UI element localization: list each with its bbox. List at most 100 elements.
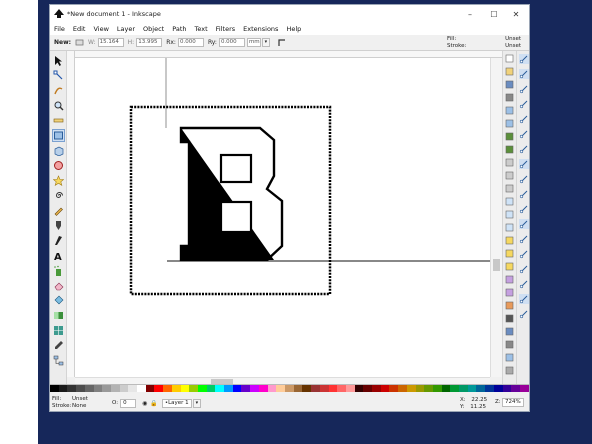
snap-nodes-icon[interactable] <box>519 144 529 154</box>
palette-swatch[interactable] <box>511 385 520 392</box>
pencil-tool-icon[interactable] <box>53 205 64 216</box>
preferences-icon[interactable] <box>505 366 514 375</box>
snap-paths-icon[interactable] <box>519 159 529 169</box>
pen-tool-icon[interactable] <box>53 220 64 231</box>
palette-swatch[interactable] <box>119 385 129 392</box>
snap-rotation-center-icon[interactable] <box>519 249 529 259</box>
text-tool-icon[interactable]: A <box>53 250 64 263</box>
new-rectangle-icon[interactable] <box>75 38 84 47</box>
palette-swatch[interactable] <box>180 385 190 392</box>
import-icon[interactable] <box>505 106 514 115</box>
horizontal-scrollbar[interactable] <box>75 377 490 384</box>
menu-object[interactable]: Object <box>139 25 168 33</box>
save-icon[interactable] <box>505 80 514 89</box>
zoom-drawing-icon[interactable] <box>505 210 514 219</box>
paint-bucket-tool-icon[interactable] <box>53 295 64 306</box>
palette-swatch[interactable] <box>311 385 320 392</box>
snap-bbox-midpoint-icon[interactable] <box>519 114 529 124</box>
gradient-tool-icon[interactable] <box>53 310 64 321</box>
calligraphy-tool-icon[interactable] <box>53 235 64 246</box>
snap-bbox-edge-icon[interactable] <box>519 84 529 94</box>
palette-swatch[interactable] <box>493 385 503 392</box>
palette-swatch[interactable] <box>189 385 198 392</box>
palette-swatch[interactable] <box>319 385 329 392</box>
palette-swatch[interactable] <box>467 385 477 392</box>
rx-field[interactable]: 0.000 <box>177 38 204 47</box>
align-dialog-icon[interactable] <box>505 353 514 362</box>
cut-icon[interactable] <box>505 171 514 180</box>
print-icon[interactable] <box>505 93 514 102</box>
snap-guide-icon[interactable] <box>519 309 529 319</box>
palette-swatch[interactable] <box>389 385 399 392</box>
palette-swatch[interactable] <box>372 385 381 392</box>
connector-tool-icon[interactable] <box>53 355 64 366</box>
horizontal-ruler[interactable] <box>75 51 502 58</box>
undo-icon[interactable] <box>505 132 514 141</box>
palette-swatch[interactable] <box>293 385 303 392</box>
menu-view[interactable]: View <box>89 25 112 33</box>
open-icon[interactable] <box>505 67 514 76</box>
palette-swatch[interactable] <box>197 385 207 392</box>
palette-swatch[interactable] <box>232 385 242 392</box>
status-stroke-value[interactable]: None <box>72 403 110 410</box>
xml-editor-icon[interactable] <box>505 340 514 349</box>
palette-swatch[interactable] <box>258 385 268 392</box>
palette-swatch[interactable] <box>328 385 338 392</box>
remove-rounded-corners-icon[interactable] <box>278 38 287 47</box>
menu-filters[interactable]: Filters <box>212 25 239 33</box>
zoom-tool-icon[interactable] <box>53 100 64 111</box>
measure-tool-icon[interactable] <box>53 115 64 126</box>
redo-icon[interactable] <box>505 145 514 154</box>
palette-swatch[interactable] <box>424 385 433 392</box>
letter-b-shape[interactable] <box>179 126 284 262</box>
clone-icon[interactable] <box>505 249 514 258</box>
snap-object-center-icon[interactable] <box>519 234 529 244</box>
spiral-tool-icon[interactable] <box>53 190 64 201</box>
paste-icon[interactable] <box>505 184 514 193</box>
palette-swatch[interactable] <box>145 385 155 392</box>
palette-swatch[interactable] <box>337 385 346 392</box>
menu-help[interactable]: Help <box>282 25 305 33</box>
menu-layer[interactable]: Layer <box>113 25 139 33</box>
palette-swatch[interactable] <box>398 385 407 392</box>
palette-swatch[interactable] <box>354 385 364 392</box>
palette-swatch[interactable] <box>406 385 416 392</box>
3d-box-tool-icon[interactable] <box>53 145 64 157</box>
tweak-tool-icon[interactable] <box>53 85 64 96</box>
group-icon[interactable] <box>505 275 514 284</box>
palette-swatch[interactable] <box>215 385 225 392</box>
status-fill-value[interactable]: Unset <box>72 396 110 403</box>
palette-swatch[interactable] <box>519 385 529 392</box>
snap-cusp-icon[interactable] <box>519 189 529 199</box>
ry-field[interactable]: 0.000 <box>218 38 245 47</box>
snap-grid-icon[interactable] <box>519 294 529 304</box>
dropper-tool-icon[interactable] <box>53 340 64 351</box>
palette-swatch[interactable] <box>76 385 85 392</box>
palette-swatch[interactable] <box>432 385 442 392</box>
palette-swatch[interactable] <box>67 385 77 392</box>
menu-extensions[interactable]: Extensions <box>239 25 282 33</box>
zoom-selection-icon[interactable] <box>505 197 514 206</box>
palette-swatch[interactable] <box>137 385 146 392</box>
palette-swatch[interactable] <box>93 385 103 392</box>
zoom-field[interactable]: 724% <box>502 398 524 407</box>
palette-swatch[interactable] <box>345 385 355 392</box>
maximize-button[interactable]: ☐ <box>483 5 505 23</box>
layer-dropdown-icon[interactable]: ▾ <box>192 398 201 408</box>
ellipse-tool-icon[interactable] <box>53 160 64 171</box>
text-dialog-icon[interactable] <box>505 314 514 323</box>
rectangle-tool-icon[interactable] <box>52 129 65 142</box>
height-field[interactable]: 13.995 <box>136 38 163 47</box>
vertical-ruler[interactable] <box>67 51 75 377</box>
snap-intersections-icon[interactable] <box>519 174 529 184</box>
palette-swatch[interactable] <box>250 385 259 392</box>
palette-swatch[interactable] <box>459 385 468 392</box>
menu-text[interactable]: Text <box>191 25 212 33</box>
drawing-canvas[interactable] <box>75 58 490 377</box>
fill-stroke-dialog-icon[interactable] <box>505 301 514 310</box>
vertical-scroll-thumb[interactable] <box>493 259 500 271</box>
visibility-icon[interactable]: ◉ <box>142 400 147 407</box>
snap-midpoint-icon[interactable] <box>519 219 529 229</box>
layers-dialog-icon[interactable] <box>505 327 514 336</box>
eraser-tool-icon[interactable] <box>53 280 64 291</box>
